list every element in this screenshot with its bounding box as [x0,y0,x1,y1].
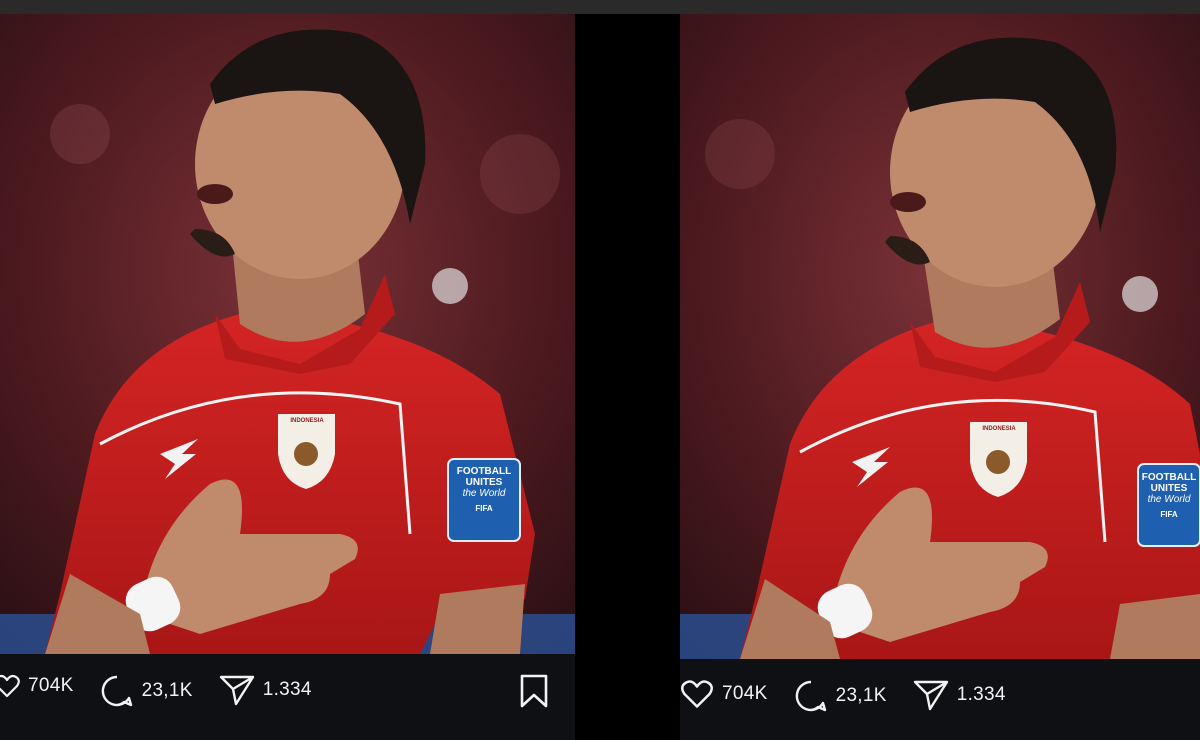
sleeve-badge-line: FOOTBALL [1141,472,1197,483]
comment-button[interactable]: 23,1K [794,679,887,713]
sleeve-badge-line: the World [1147,494,1191,505]
sleeve-badge-line: UNITES [465,477,503,488]
comment-button[interactable]: 23,1K [100,674,193,708]
sleeve-badge-line: the World [462,488,506,499]
like-count: 704K [722,683,768,704]
share-count: 1.334 [956,684,1006,705]
post-left: FOOTBALL UNITES the World FIFA INDONESIA… [0,14,575,740]
sleeve-badge: FOOTBALL UNITES the World FIFA [452,466,516,514]
post-photo[interactable]: FOOTBALL UNITES the World FIFA INDONESIA [0,14,575,654]
comment-icon [101,675,132,707]
share-button[interactable]: 1.334 [219,674,312,706]
post-right: FOOTBALL UNITES the World FIFA INDONESIA… [680,14,1200,740]
comment-icon [795,680,826,712]
sleeve-badge-line: UNITES [1150,483,1188,494]
heart-icon [0,674,20,698]
action-bar: 704K 23,1K 1.334 [0,654,575,740]
share-button[interactable]: 1.334 [913,679,1006,711]
sleeve-badge-line: FIFA [1160,510,1178,519]
like-button[interactable]: 704K [680,679,768,709]
share-count: 1.334 [262,679,312,700]
comment-count: 23,1K [835,685,887,706]
like-count: 704K [28,675,74,696]
comment-count: 23,1K [141,680,193,701]
crest-label: INDONESIA [290,418,324,424]
sleeve-badge-line: FIFA [475,504,493,513]
post-photo[interactable]: FOOTBALL UNITES the World FIFA INDONESIA [680,14,1200,659]
like-button[interactable]: 704K [0,674,74,698]
top-strip [0,0,1200,14]
player-photo-illustration [0,14,575,654]
share-icon [219,675,254,706]
heart-icon [681,680,713,708]
sleeve-badge-line: FOOTBALL [456,466,512,477]
divider [575,14,680,740]
action-bar: 704K 23,1K 1.334 [680,659,1200,740]
share-icon [913,680,948,711]
crest-label: INDONESIA [982,426,1016,432]
sleeve-badge: FOOTBALL UNITES the World FIFA [1140,472,1198,520]
save-button[interactable] [519,674,549,713]
player-photo-illustration [680,14,1200,659]
bookmark-icon [520,674,548,708]
